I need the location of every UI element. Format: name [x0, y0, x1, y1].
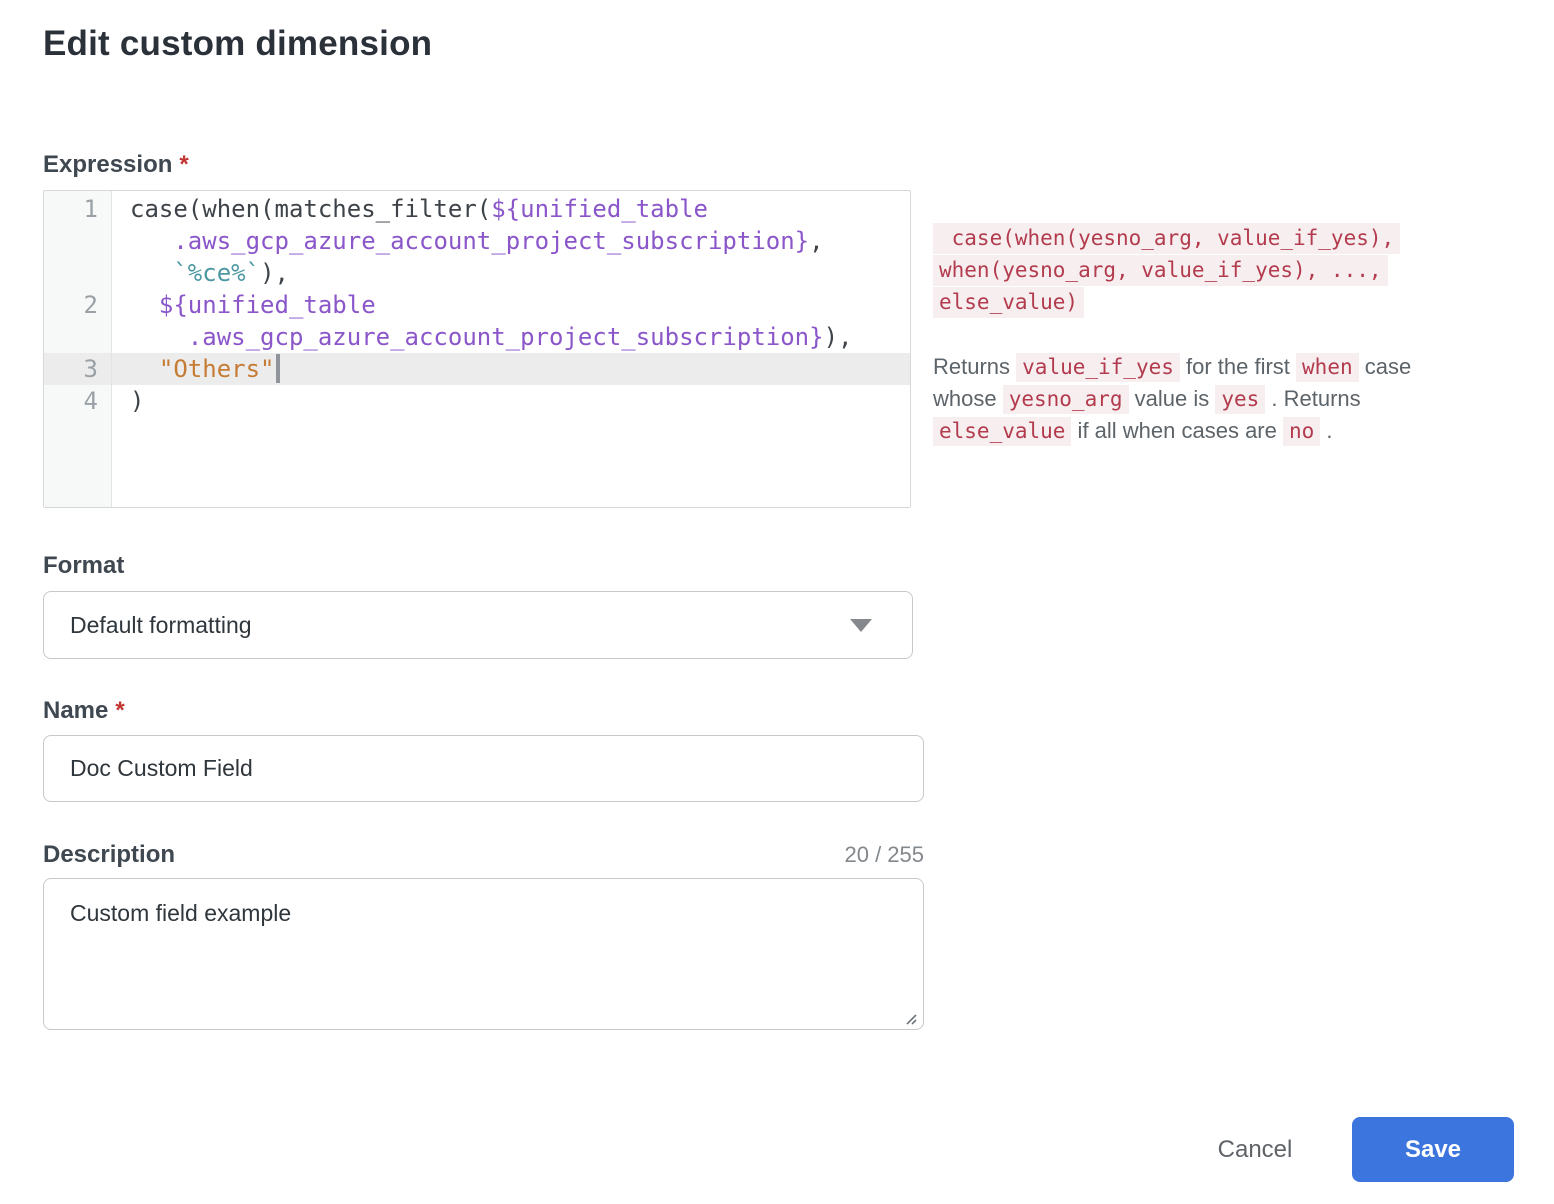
- editor-gutter-divider: [111, 191, 112, 507]
- code-line: 4): [44, 385, 910, 417]
- code-segment: [130, 355, 159, 383]
- code-row: .aws_gcp_azure_account_project_subscript…: [130, 225, 824, 257]
- doc-text: . Returns: [1265, 386, 1360, 411]
- editor-lines: 1case(when(matches_filter(${unified_tabl…: [44, 191, 910, 417]
- signature-code: when(yesno_arg, value_if_yes), ...,: [933, 255, 1388, 286]
- code-segment: .aws_gcp_azure_account_project_subscript…: [173, 227, 809, 255]
- code-row: "Others": [130, 353, 280, 385]
- code-segment: [130, 259, 173, 287]
- doc-code-chip: else_value: [933, 417, 1071, 446]
- expression-label: Expression *: [43, 151, 189, 179]
- line-number: 4: [44, 385, 111, 417]
- signature-line: case(when(yesno_arg, value_if_yes),: [933, 222, 1455, 254]
- code-segment: [130, 323, 188, 351]
- doc-code-chip: yesno_arg: [1003, 385, 1129, 414]
- cancel-button-label: Cancel: [1218, 1136, 1293, 1164]
- text-cursor: [276, 354, 280, 383]
- name-label: Name *: [43, 697, 125, 725]
- code-segment: .aws_gcp_azure_account_project_subscript…: [188, 323, 824, 351]
- line-number: 3: [44, 353, 111, 385]
- code-segment: ${unified_table: [159, 291, 376, 319]
- edit-custom-dimension-dialog: Edit custom dimension Expression* 1case(…: [0, 0, 1554, 1204]
- function-signature: case(when(yesno_arg, value_if_yes), when…: [933, 222, 1455, 318]
- expression-code-editor[interactable]: 1case(when(matches_filter(${unified_tabl…: [43, 190, 911, 508]
- line-number: 2: [44, 289, 111, 353]
- code-line: 1case(when(matches_filter(${unified_tabl…: [44, 193, 910, 289]
- signature-code: case(when(yesno_arg, value_if_yes),: [933, 223, 1400, 254]
- doc-text: if all when cases are: [1071, 418, 1283, 443]
- format-select[interactable]: Default formatting: [43, 591, 913, 659]
- cancel-button[interactable]: Cancel: [1185, 1117, 1325, 1182]
- code-content: "Others": [111, 353, 280, 385]
- doc-text: .: [1320, 418, 1332, 443]
- required-asterisk: *: [115, 697, 124, 724]
- code-content: case(when(matches_filter(${unified_table…: [111, 193, 824, 289]
- save-button[interactable]: Save: [1352, 1117, 1514, 1182]
- doc-text: Returns: [933, 354, 1016, 379]
- description-header-row: Description 20 / 255: [43, 841, 924, 869]
- code-segment: ),: [824, 323, 853, 351]
- code-segment: ): [130, 387, 144, 415]
- code-segment: ,: [809, 227, 823, 255]
- description-textarea[interactable]: Custom field example: [43, 878, 924, 1030]
- code-segment: case(when(matches_filter(: [130, 195, 491, 223]
- name-input[interactable]: [43, 735, 924, 802]
- doc-code-chip: yes: [1215, 385, 1265, 414]
- chevron-down-icon: [850, 619, 872, 632]
- resize-handle-icon[interactable]: [900, 1008, 918, 1026]
- code-segment: `%ce%`: [173, 259, 260, 287]
- expression-label-text: Expression: [43, 151, 172, 178]
- code-segment: [130, 227, 173, 255]
- format-select-value: Default formatting: [70, 612, 850, 639]
- signature-line: else_value): [933, 286, 1455, 318]
- page-title: Edit custom dimension: [43, 24, 432, 64]
- required-asterisk: *: [179, 151, 188, 178]
- doc-text: value is: [1129, 386, 1216, 411]
- signature-line: when(yesno_arg, value_if_yes), ...,: [933, 254, 1455, 286]
- function-description: Returns value_if_yes for the first when …: [933, 351, 1455, 447]
- code-content: ${unified_table .aws_gcp_azure_account_p…: [111, 289, 852, 353]
- doc-code-chip: value_if_yes: [1016, 353, 1180, 382]
- code-row: ${unified_table: [130, 289, 852, 321]
- save-button-label: Save: [1405, 1136, 1461, 1164]
- code-line: 2 ${unified_table .aws_gcp_azure_account…: [44, 289, 910, 353]
- code-line: 3 "Others": [44, 353, 910, 385]
- code-segment: [130, 291, 159, 319]
- doc-text: for the first: [1180, 354, 1296, 379]
- code-row: `%ce%`),: [130, 257, 824, 289]
- char-counter: 20 / 255: [844, 842, 924, 868]
- code-row: .aws_gcp_azure_account_project_subscript…: [130, 321, 852, 353]
- code-segment: "Others": [159, 355, 275, 383]
- signature-code: else_value): [933, 287, 1084, 318]
- code-row: ): [130, 385, 144, 417]
- code-segment: ${unified_table: [491, 195, 708, 223]
- doc-code-chip: no: [1283, 417, 1320, 446]
- code-row: case(when(matches_filter(${unified_table: [130, 193, 824, 225]
- name-label-text: Name: [43, 697, 108, 724]
- format-label: Format: [43, 552, 124, 580]
- function-docs-panel: case(when(yesno_arg, value_if_yes), when…: [933, 222, 1455, 447]
- doc-code-chip: when: [1296, 353, 1359, 382]
- description-label: Description: [43, 841, 175, 869]
- code-segment: ),: [260, 259, 289, 287]
- code-content: ): [111, 385, 144, 417]
- line-number: 1: [44, 193, 111, 289]
